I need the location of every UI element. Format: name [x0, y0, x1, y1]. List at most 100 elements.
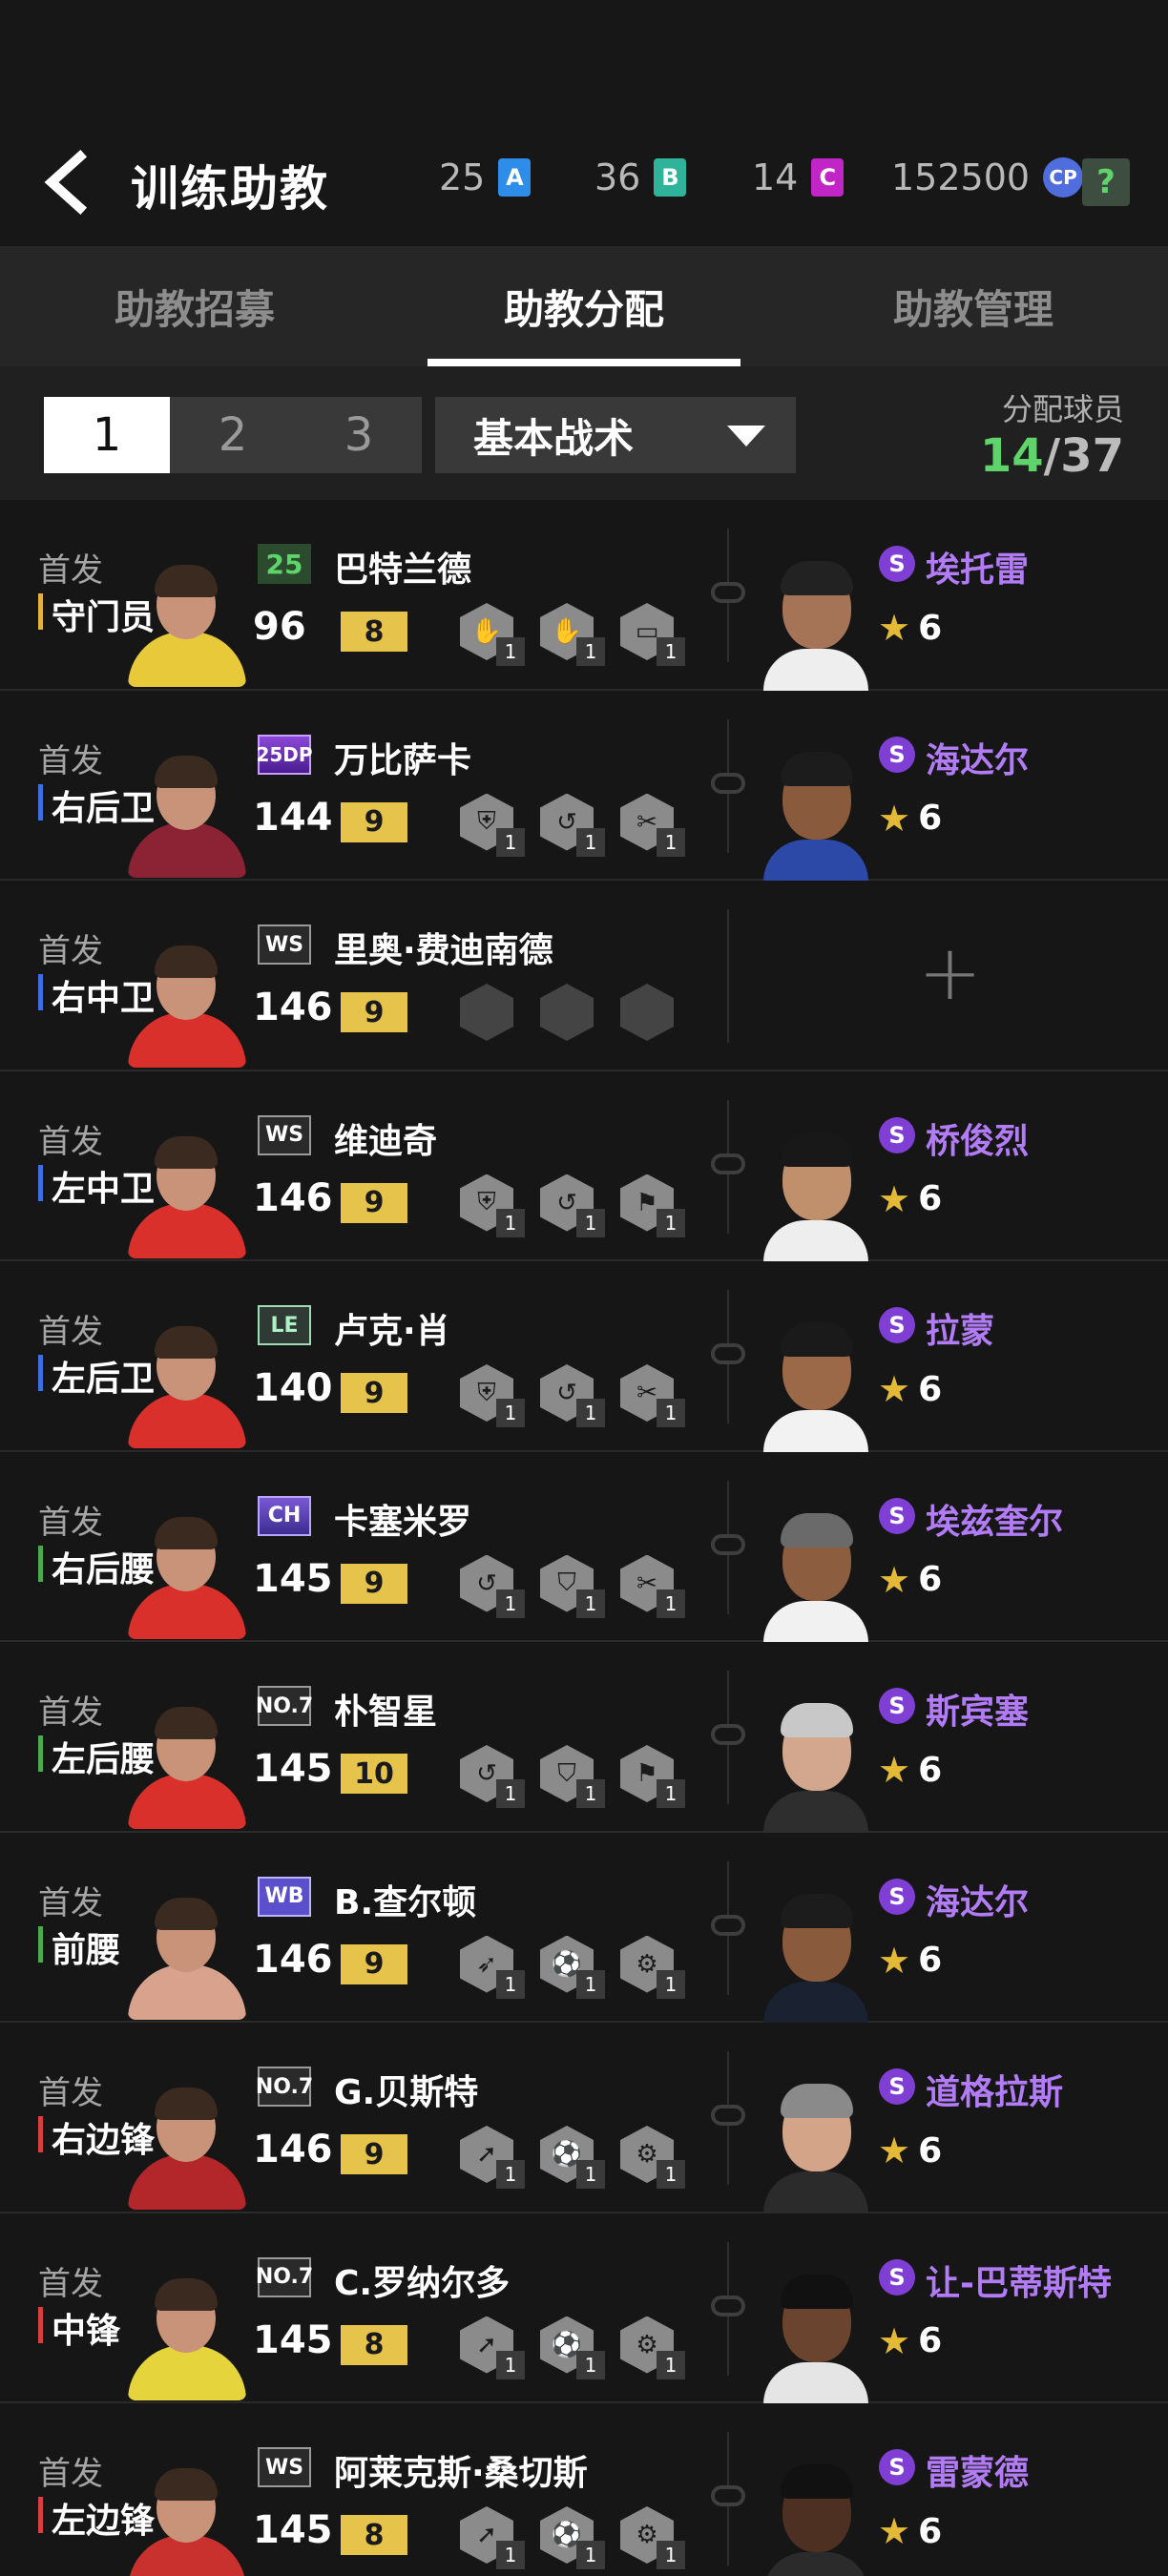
tab-recruit[interactable]: 助教招募 — [0, 246, 389, 366]
coach-avatar[interactable] — [763, 738, 868, 882]
back-arrow-icon[interactable] — [38, 149, 95, 216]
finish-icon[interactable]: ⚙ 1 — [620, 2506, 685, 2569]
dribble-icon[interactable]: ⚽ 1 — [540, 2316, 605, 2379]
add-coach-button[interactable]: + — [918, 928, 982, 1017]
star-icon: ★ — [878, 1939, 911, 1982]
player-row[interactable]: 首发 左后卫 LE 卢克·肖 140 9 ⛨ 1 ↺ 1 ✂ 1 S 拉蒙 ★ … — [0, 1261, 1168, 1452]
enhance-level: 9 — [341, 1943, 407, 1984]
season-badge: 25DP — [256, 734, 313, 775]
season-badge: CH — [258, 1495, 311, 1536]
coach-name[interactable]: 桥俊烈 — [926, 1113, 1029, 1163]
coach-name[interactable]: 让-巴蒂斯特 — [926, 2255, 1112, 2305]
coach-name[interactable]: 海达尔 — [926, 733, 1029, 782]
curve-icon[interactable]: ↺ 1 — [540, 793, 605, 857]
ball-icon[interactable]: ⚽ 1 — [540, 2506, 605, 2569]
coach-name[interactable]: 斯宾塞 — [926, 1684, 1029, 1734]
player-row[interactable]: 首发 守门员 25 巴特兰德 96 8 ✋ 1 ✋ 1 ▭ 1 S 埃托雷 ★ … — [0, 500, 1168, 691]
empty-slot-icon[interactable] — [460, 984, 515, 1043]
divider — [727, 909, 729, 1043]
enhance-level: 8 — [341, 612, 407, 652]
coach-name[interactable]: 拉蒙 — [926, 1303, 994, 1353]
player-hair — [155, 945, 218, 978]
player-row[interactable]: 首发 右边锋 NO.7 G.贝斯特 146 9 ➚ 1 ⚽ 1 ⚙ 1 S 道格… — [0, 2023, 1168, 2213]
formation-tab-2[interactable]: 2 — [170, 397, 296, 473]
season-badge: WS — [258, 1114, 311, 1155]
player-row[interactable]: 首发 前腰 WB B.查尔顿 146 9 ➶ 1 ⚽ 1 ⚙ 1 S 海达尔 ★… — [0, 1832, 1168, 2024]
tackle-icon[interactable]: ✂ 1 — [620, 1364, 685, 1427]
defend-icon[interactable]: ⛉ 1 — [540, 1745, 605, 1808]
empty-slot-icon[interactable] — [620, 984, 676, 1043]
shield-icon[interactable]: ⛨ 1 — [460, 1174, 525, 1237]
finish-icon[interactable]: ⚙ 1 — [620, 2126, 685, 2189]
coach-hair — [781, 561, 853, 595]
dribble-icon[interactable]: ⚽ 1 — [540, 2126, 605, 2189]
curve-icon[interactable]: ↺ 1 — [540, 1174, 605, 1237]
coach-avatar[interactable] — [763, 1309, 868, 1452]
tab-assign[interactable]: 助教分配 — [389, 246, 779, 366]
coach-avatar[interactable] — [763, 548, 868, 691]
tackle-icon[interactable]: ✂ 1 — [620, 793, 685, 857]
coach-name[interactable]: 埃兹奎尔 — [926, 1494, 1063, 1544]
goal-icon[interactable]: ▭ 1 — [620, 603, 685, 666]
tab-manage[interactable]: 助教管理 — [779, 246, 1168, 366]
shield-icon[interactable]: ⛨ 1 — [460, 793, 525, 857]
player-hair — [155, 565, 218, 597]
tactic-dropdown[interactable]: 基本战术 — [435, 397, 796, 473]
currency-c-badge: C — [811, 158, 845, 197]
hand-icon[interactable]: ✋ 1 — [540, 603, 605, 666]
finish-icon[interactable]: ⚙ 1 — [620, 1935, 685, 1999]
run-icon[interactable]: ➚ 1 — [460, 2126, 525, 2189]
coach-name[interactable]: 埃托雷 — [926, 542, 1029, 592]
coach-avatar[interactable] — [763, 1500, 868, 1643]
kick-icon[interactable]: ➶ 1 — [460, 1935, 525, 1999]
player-hair — [155, 1326, 218, 1359]
tackle-icon[interactable]: ✂ 1 — [620, 1554, 685, 1618]
player-row[interactable]: 首发 左中卫 WS 维迪奇 146 9 ⛨ 1 ↺ 1 ⚑ 1 S 桥俊烈 ★ … — [0, 1070, 1168, 1262]
run-icon[interactable]: ➚ 1 — [460, 2316, 525, 2379]
empty-slot-icon[interactable] — [540, 984, 595, 1043]
coach-avatar[interactable] — [763, 2261, 868, 2404]
shield-icon[interactable]: ⛨ 1 — [460, 1364, 525, 1427]
player-row[interactable]: 首发 左边锋 WS 阿莱克斯·桑切斯 145 8 ➚ 1 ⚽ 1 ⚙ 1 S 雷… — [0, 2403, 1168, 2576]
header-icon[interactable]: ⚑ 1 — [620, 1174, 685, 1237]
curve-icon[interactable]: ↺ 1 — [460, 1554, 525, 1618]
player-row[interactable]: 首发 右中卫 WS 里奥·费迪南德 146 9 + — [0, 881, 1168, 1071]
coach-shirt — [763, 2171, 868, 2213]
defend-icon[interactable]: ⛉ 1 — [540, 1554, 605, 1618]
player-row[interactable]: 首发 左后腰 NO.7 朴智星 145 10 ↺ 1 ⛉ 1 ⚑ 1 S 斯宾塞… — [0, 1642, 1168, 1833]
dribble-icon[interactable]: ⚽ 1 — [540, 1935, 605, 1999]
skill-count: 1 — [496, 2541, 525, 2569]
player-shirt — [128, 1963, 246, 2020]
coach-avatar[interactable] — [763, 2451, 868, 2576]
skill-slots: ✋ 1 ✋ 1 ▭ 1 — [460, 603, 685, 666]
run-icon[interactable]: ➚ 1 — [460, 2506, 525, 2569]
curve-icon[interactable]: ↺ 1 — [460, 1745, 525, 1808]
coach-avatar[interactable] — [763, 1690, 868, 1833]
player-row[interactable]: 首发 中锋 NO.7 C.罗纳尔多 145 8 ➚ 1 ⚽ 1 ⚙ 1 S 让-… — [0, 2212, 1168, 2404]
coach-name[interactable]: 海达尔 — [926, 1875, 1029, 1924]
coach-avatar[interactable] — [763, 1880, 868, 2024]
player-row[interactable]: 首发 右后卫 25DP 万比萨卡 144 9 ⛨ 1 ↺ 1 ✂ 1 S 海达尔… — [0, 690, 1168, 882]
currency-a-badge: A — [498, 158, 532, 197]
skill-count: 1 — [657, 1589, 685, 1618]
lineup-status: 首发 — [38, 1693, 103, 1732]
enhance-level: 9 — [341, 1182, 407, 1223]
player-row[interactable]: 首发 右后腰 CH 卡塞米罗 145 9 ↺ 1 ⛉ 1 ✂ 1 S 埃兹奎尔 … — [0, 1451, 1168, 1643]
finish-icon[interactable]: ⚙ 1 — [620, 2316, 685, 2379]
player-shirt — [128, 1774, 246, 1829]
help-button[interactable]: ? — [1082, 158, 1130, 206]
glove-icon[interactable]: ✋ 1 — [460, 603, 525, 666]
enhance-level: 8 — [341, 2515, 407, 2555]
coach-avatar[interactable] — [763, 2070, 868, 2213]
coach-name[interactable]: 雷蒙德 — [926, 2445, 1029, 2495]
coach-avatar[interactable] — [763, 1119, 868, 1262]
curve-icon[interactable]: ↺ 1 — [540, 1364, 605, 1427]
skill-count: 1 — [496, 1779, 525, 1808]
header-icon[interactable]: ⚑ 1 — [620, 1745, 685, 1808]
coach-name[interactable]: 道格拉斯 — [926, 2065, 1063, 2114]
s-tier-icon: S — [879, 2258, 915, 2296]
coach-stars: ★ 6 — [878, 1749, 942, 1791]
formation-tab-3[interactable]: 3 — [296, 397, 422, 473]
skill-count: 1 — [576, 1208, 605, 1237]
formation-tab-1[interactable]: 1 — [44, 397, 170, 473]
